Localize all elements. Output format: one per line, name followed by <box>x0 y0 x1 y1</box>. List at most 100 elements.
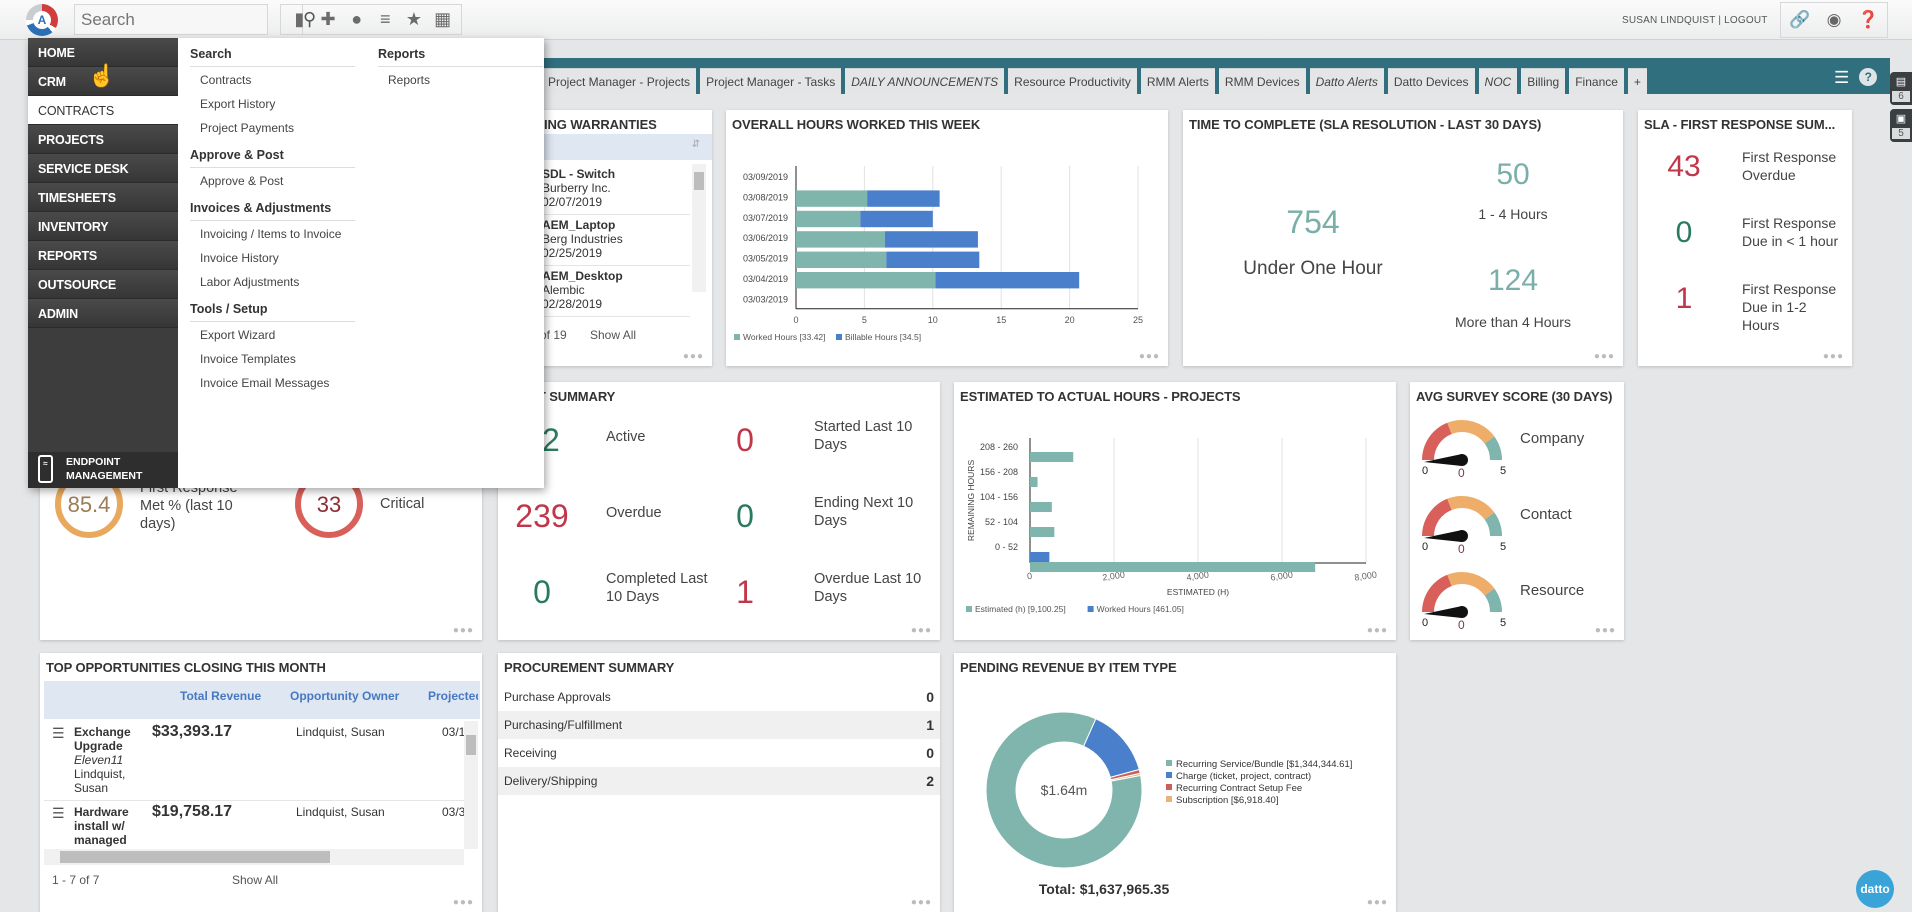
search-input[interactable] <box>75 5 302 34</box>
card-menu-dots[interactable]: ●●● <box>1595 625 1616 636</box>
legend-label: Worked Hours [33.42] <box>743 332 826 342</box>
row-menu-icon[interactable]: ☰ <box>52 805 65 822</box>
nav-item-outsource[interactable]: OUTSOURCE <box>28 270 178 299</box>
bar <box>796 210 861 228</box>
column-header-revenue[interactable]: Total Revenue <box>180 689 261 703</box>
tab-resource-productivity[interactable]: Resource Productivity <box>1008 68 1137 94</box>
tab-datto-devices[interactable]: Datto Devices <box>1387 68 1475 94</box>
side-badge-documents[interactable]: ▤ 6 <box>1890 72 1912 105</box>
sla-resolution-card: TIME TO COMPLETE (SLA RESOLUTION - LAST … <box>1183 110 1623 366</box>
help-icon[interactable]: ❓ <box>1858 10 1879 30</box>
chat-icon[interactable]: ◉ <box>1827 10 1842 30</box>
tab-finance[interactable]: Finance <box>1569 68 1624 94</box>
contracts-dropdown: HOME CRM CONTRACTS PROJECTS SERVICE DESK TIME… <box>28 38 544 488</box>
row-menu-icon[interactable]: ☰ <box>52 725 65 742</box>
legend-label: Estimated (h) [9,100.25] <box>975 604 1066 614</box>
show-all-link[interactable]: Show All <box>590 328 636 342</box>
bar <box>860 210 933 228</box>
warranty-row[interactable]: AEM_Desktop Alembic 02/28/2019 <box>542 266 690 317</box>
opportunities-vscroll[interactable] <box>464 721 478 849</box>
tab-rmm-devices[interactable]: RMM Devices <box>1218 68 1306 94</box>
star-icon[interactable]: ★ <box>402 9 426 30</box>
procurement-row[interactable]: Delivery/Shipping 2 <box>498 767 940 795</box>
tab-daily-announcements[interactable]: DAILY ANNOUNCEMENTS <box>845 68 1005 94</box>
tab--[interactable]: + <box>1627 68 1647 94</box>
procurement-row[interactable]: Purchasing/Fulfillment 1 <box>498 711 940 739</box>
tab-datto-alerts[interactable]: Datto Alerts <box>1309 68 1384 94</box>
nav-item-projects[interactable]: PROJECTS <box>28 125 178 154</box>
nav-item-timesheets[interactable]: TIMESHEETS <box>28 183 178 212</box>
card-menu-dots[interactable]: ●●● <box>911 625 932 636</box>
card-menu-dots[interactable]: ●●● <box>1594 351 1615 362</box>
nav-item-admin[interactable]: ADMIN <box>28 299 178 328</box>
menu-item-reports[interactable]: Reports <box>374 67 543 91</box>
user-icon[interactable]: ● <box>345 9 369 30</box>
menu-item-invoice-email-messages[interactable]: Invoice Email Messages <box>186 370 355 394</box>
side-badge-clipboard[interactable]: ▣ 5 <box>1890 109 1912 142</box>
opportunity-row[interactable]: ☰ Exchange Upgrade Eleven11 Lindquist, Susa… <box>44 721 464 801</box>
tab-project-manager-tasks[interactable]: Project Manager - Tasks <box>700 68 842 94</box>
show-all-link[interactable]: Show All <box>232 873 278 887</box>
bar <box>1030 552 1050 562</box>
sort-icon[interactable]: ⇵ <box>692 139 700 150</box>
project-summary-card: ECT SUMMARY 42Active0Started Last 10 Day… <box>498 382 940 640</box>
nav-item-contracts[interactable]: CONTRACTS <box>28 96 178 125</box>
hand-cursor-icon: ☝ <box>88 63 116 88</box>
nav-item-reports[interactable]: REPORTS <box>28 241 178 270</box>
card-menu-dots[interactable]: ●●● <box>1823 351 1844 362</box>
tab-project-manager-projects[interactable]: Project Manager - Projects <box>542 68 697 94</box>
datto-chat-badge[interactable]: datto <box>1856 870 1894 908</box>
menu-item-export-history[interactable]: Export History <box>186 91 355 115</box>
warranty-row[interactable]: AEM_Laptop Berg Industries 02/25/2019 <box>542 215 690 266</box>
menu-item-contracts[interactable]: Contracts <box>186 67 355 91</box>
help-icon[interactable]: ? <box>1859 68 1878 86</box>
schedule-icon[interactable]: ≡ <box>373 9 397 30</box>
card-menu-dots[interactable]: ●●● <box>911 897 932 908</box>
gauge-band-low <box>1422 422 1452 460</box>
endpoint-management-link[interactable]: ≈ ENDPOINT MANAGEMENT <box>28 452 178 488</box>
card-menu-dots[interactable]: ●●● <box>1367 897 1388 908</box>
card-menu-dots[interactable]: ●●● <box>453 897 474 908</box>
card-menu-dots[interactable]: ●●● <box>683 351 704 362</box>
card-menu-dots[interactable]: ●●● <box>453 625 474 636</box>
user-logout-link[interactable]: SUSAN LINDQUIST | LOGOUT <box>1622 15 1768 26</box>
tab-noc[interactable]: NOC <box>1478 68 1518 94</box>
bar <box>796 190 868 207</box>
card-menu-dots[interactable]: ●●● <box>1367 625 1388 636</box>
hamburger-menu-icon[interactable]: ☰ <box>1834 68 1849 88</box>
legend-label: Subscription [$6,918.40] <box>1176 795 1278 806</box>
column-header-owner[interactable]: Opportunity Owner <box>290 689 399 703</box>
gauge-min: 0 <box>1422 617 1428 628</box>
procurement-row[interactable]: Purchase Approvals 0 <box>498 683 940 711</box>
tab-billing[interactable]: Billing <box>1521 68 1566 94</box>
sla-value: 0 <box>1675 216 1693 249</box>
opportunity-row[interactable]: ☰Hardware install w/ managed services$19… <box>44 801 464 849</box>
opportunities-hscroll[interactable] <box>44 849 464 865</box>
warranty-row[interactable]: SDL - Switch Burberry Inc. 02/07/2019 <box>542 164 690 215</box>
menu-item-approve-post[interactable]: Approve & Post <box>186 168 355 192</box>
menu-item-labor-adjustments[interactable]: Labor Adjustments <box>186 269 355 293</box>
tab-rmm-alerts[interactable]: RMM Alerts <box>1140 68 1215 94</box>
bar <box>1030 452 1074 462</box>
column-header-close-date[interactable]: Projected Close Date <box>428 689 478 703</box>
quick-tools: ▮ ✚ ● ≡ ★ ▦ <box>280 4 462 35</box>
menu-item-invoice-templates[interactable]: Invoice Templates <box>186 346 355 370</box>
calendar-icon[interactable]: ▦ <box>431 9 455 30</box>
menu-item-invoice-history[interactable]: Invoice History <box>186 245 355 269</box>
warranties-scrollbar[interactable] <box>692 164 706 292</box>
plus-icon[interactable]: ✚ <box>316 9 340 30</box>
menu-item-invoicing-items-to-invoice[interactable]: Invoicing / Items to Invoice <box>186 221 355 245</box>
nav-item-inventory[interactable]: INVENTORY <box>28 212 178 241</box>
gauge-hub <box>1456 530 1468 542</box>
link-icon[interactable]: 🔗 <box>1789 10 1810 30</box>
y-tick-label: 03/03/2019 <box>743 294 788 304</box>
menu-item-project-payments[interactable]: Project Payments <box>186 115 355 139</box>
project-metric-value: 0 <box>533 574 551 610</box>
app-logo[interactable]: A <box>26 4 58 36</box>
bar <box>1030 562 1316 572</box>
card-menu-dots[interactable]: ●●● <box>1139 351 1160 362</box>
procurement-row[interactable]: Receiving 0 <box>498 739 940 767</box>
nav-item-service-desk[interactable]: SERVICE DESK <box>28 154 178 183</box>
bar-chart-icon[interactable]: ▮ <box>287 9 311 30</box>
menu-item-export-wizard[interactable]: Export Wizard <box>186 322 355 346</box>
